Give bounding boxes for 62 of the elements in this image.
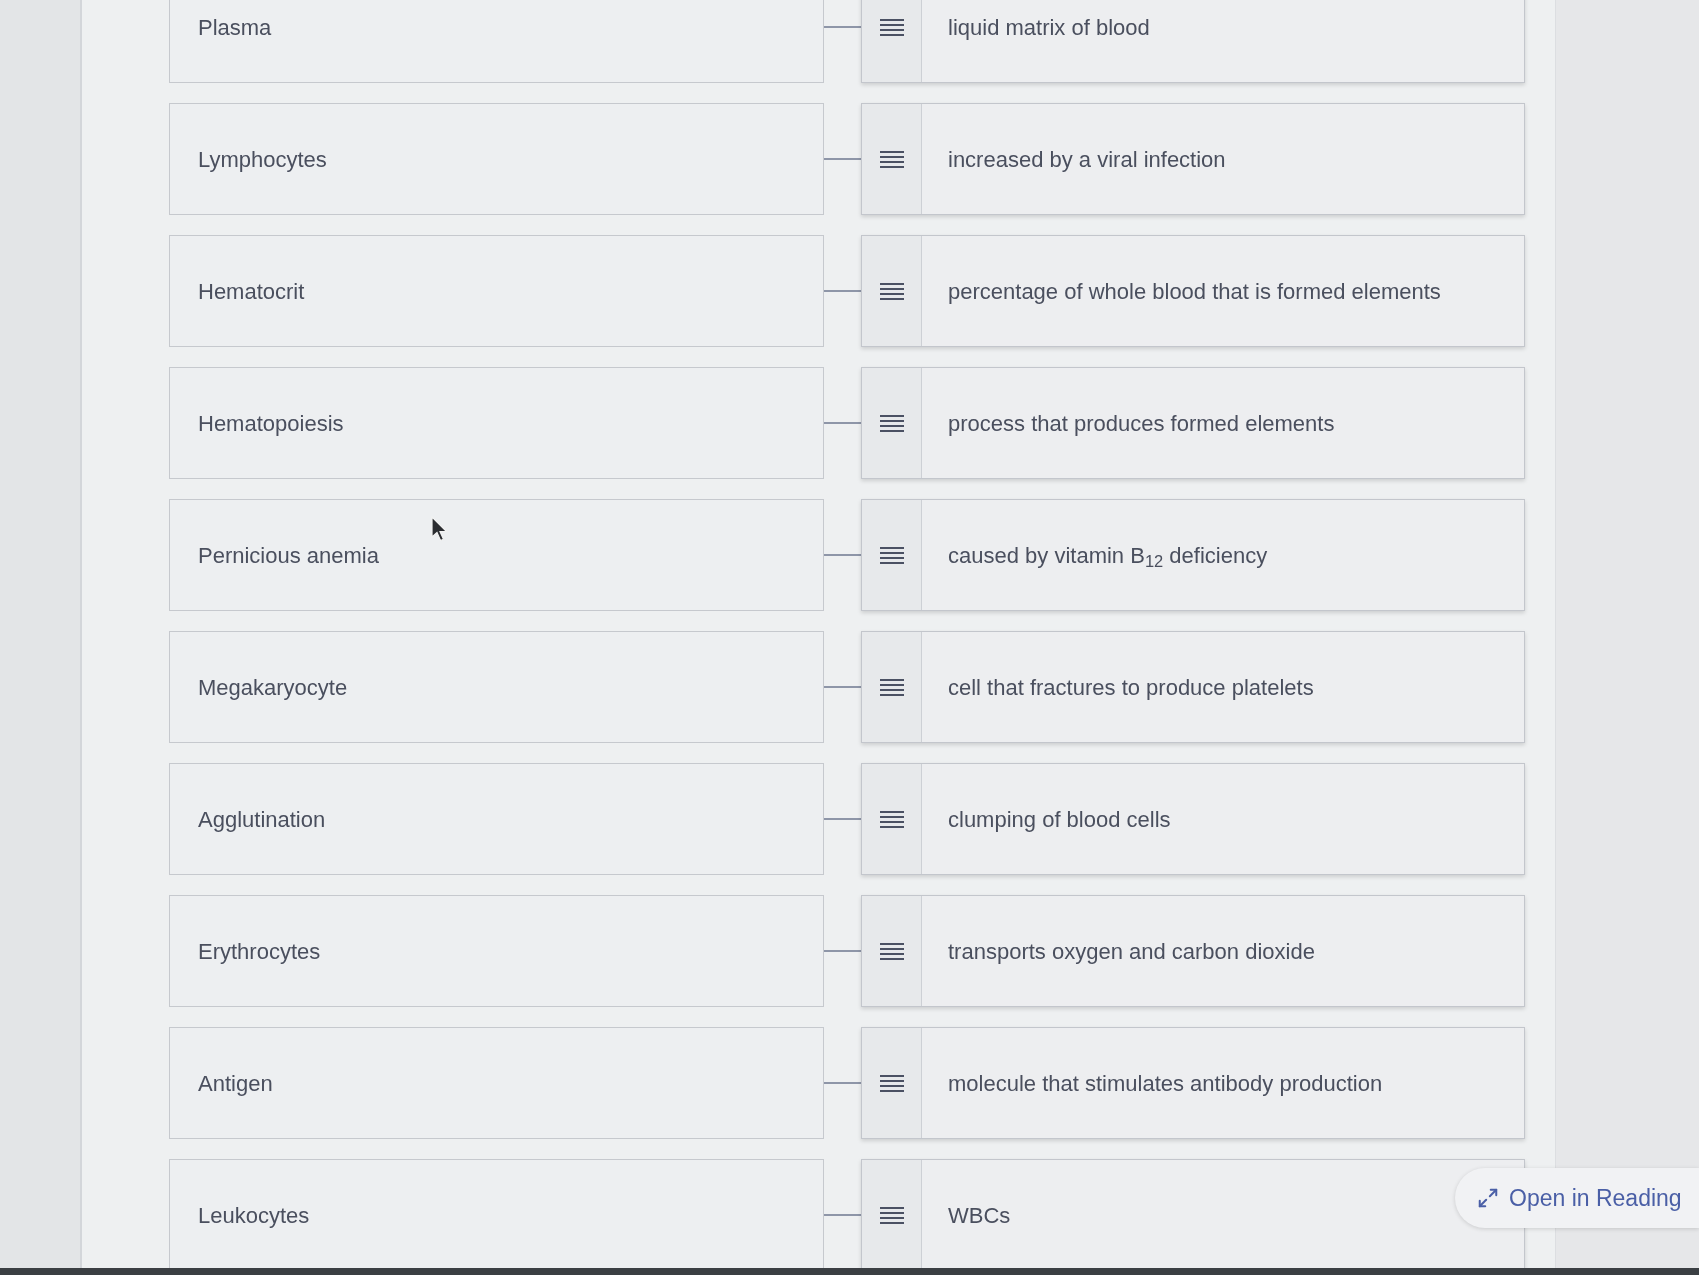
term-drop-zone[interactable]: Lymphocytes (169, 103, 824, 215)
drag-handle-icon[interactable] (879, 678, 904, 696)
term-drop-zone[interactable]: Agglutination (169, 763, 824, 875)
term-label: Plasma (198, 13, 272, 42)
drag-handle-icon[interactable] (879, 810, 904, 828)
definition-card[interactable]: process that produces formed elements (861, 367, 1525, 479)
term-label: Hematopoiesis (198, 409, 344, 438)
open-in-reading-button[interactable]: Open in Reading (1455, 1168, 1699, 1228)
connector-line (824, 158, 861, 160)
connector-line (824, 422, 861, 424)
term-drop-zone[interactable]: Plasma (169, 0, 824, 83)
connector-line (824, 290, 861, 292)
definition-text: cell that fractures to produce platelets (948, 673, 1314, 702)
term-drop-zone[interactable]: Hematopoiesis (169, 367, 824, 479)
definition-text: process that produces formed elements (948, 409, 1335, 438)
term-drop-zone[interactable]: Leukocytes (169, 1159, 824, 1268)
term-drop-zone[interactable]: Hematocrit (169, 235, 824, 347)
definition-card[interactable]: molecule that stimulates antibody production (861, 1027, 1525, 1139)
drag-handle-icon[interactable] (879, 942, 904, 960)
drag-handle-icon[interactable] (879, 1074, 904, 1092)
definition-card[interactable]: clumping of blood cells (861, 763, 1525, 875)
definition-card[interactable]: percentage of whole blood that is formed elements (861, 235, 1525, 347)
drag-handle-icon[interactable] (879, 282, 904, 300)
definition-card[interactable]: increased by a viral infection (861, 103, 1525, 215)
connector-line (824, 686, 861, 688)
term-drop-zone[interactable]: Megakaryocyte (169, 631, 824, 743)
connector-line (824, 26, 861, 28)
definition-text: WBCs (948, 1201, 1011, 1230)
definition-card[interactable]: cell that fractures to produce platelets (861, 631, 1525, 743)
drag-handle-icon[interactable] (879, 414, 904, 432)
drag-handle-icon[interactable] (879, 1206, 904, 1224)
term-label: Agglutination (198, 805, 326, 834)
definition-card[interactable]: caused by vitamin B$_{12}$ deficiency (861, 499, 1525, 611)
definition-card[interactable]: liquid matrix of blood (861, 0, 1525, 83)
definition-text: transports oxygen and carbon dioxide (948, 937, 1315, 966)
connector-line (824, 818, 861, 820)
definition-text: caused by vitamin B$_{12}$ deficiency (948, 541, 1268, 572)
definition-text: liquid matrix of blood (948, 13, 1150, 42)
definition-text: molecule that stimulates antibody production (948, 1069, 1383, 1098)
definition-card[interactable]: transports oxygen and carbon dioxide (861, 895, 1525, 1007)
term-label: Megakaryocyte (198, 673, 348, 702)
connector-line (824, 1214, 861, 1216)
drag-handle-icon[interactable] (879, 546, 904, 564)
term-label: Lymphocytes (198, 145, 327, 174)
drag-handle-icon[interactable] (879, 18, 904, 36)
term-drop-zone[interactable]: Pernicious anemia (169, 499, 824, 611)
term-label: Pernicious anemia (198, 541, 379, 570)
connector-line (824, 1082, 861, 1084)
term-label: Erythrocytes (198, 937, 321, 966)
term-drop-zone[interactable]: Antigen (169, 1027, 824, 1139)
connector-line (824, 554, 861, 556)
definition-text: increased by a viral infection (948, 145, 1226, 174)
mouse-cursor-icon (431, 516, 448, 542)
definition-text: clumping of blood cells (948, 805, 1171, 834)
connector-line (824, 950, 861, 952)
term-label: Leukocytes (198, 1201, 310, 1230)
definition-text: percentage of whole blood that is formed elements (948, 277, 1441, 306)
term-label: Antigen (198, 1069, 273, 1098)
drag-handle-icon[interactable] (879, 150, 904, 168)
term-drop-zone[interactable]: Erythrocytes (169, 895, 824, 1007)
expand-arrows-icon (1477, 1187, 1499, 1209)
term-label: Hematocrit (198, 277, 305, 306)
